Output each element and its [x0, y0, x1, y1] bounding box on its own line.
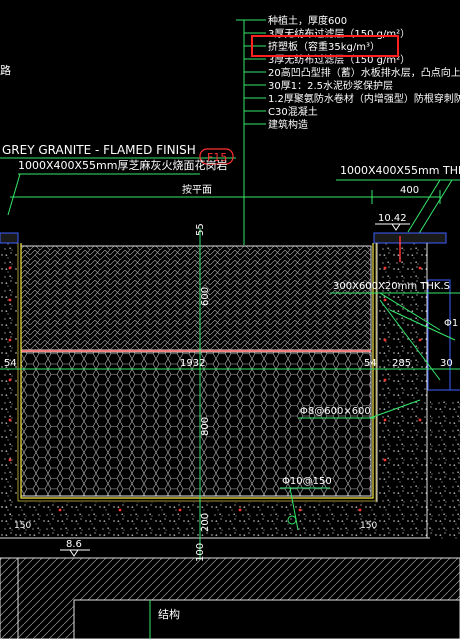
- spec-right-leader-2: [414, 179, 453, 241]
- layer-item: 3厚无纺布过滤层（150 g/m²）: [268, 53, 410, 66]
- layer-item: 建筑构造: [268, 118, 308, 131]
- right-cladding: [427, 279, 451, 391]
- left-wall: [0, 243, 17, 516]
- mid-54: 54: [364, 358, 377, 369]
- spec-right: 1000X400X55mm THK: [340, 164, 460, 177]
- dim-200: 200: [200, 513, 211, 532]
- elev-1042: 10.42: [378, 213, 407, 224]
- left-edge-char: 路: [0, 64, 11, 77]
- right-30: 30: [440, 358, 453, 369]
- layer-item: 20高凹凸型排（蓄）水板排水层，凸点向上: [268, 66, 460, 79]
- layer-item: 30厚1：2.5水泥砂浆保护层: [268, 79, 393, 92]
- left-54: 54: [4, 358, 17, 369]
- right-coping: [373, 232, 447, 244]
- cad-drawing: 种植土，厚度6003厚无纺布过滤层（150 g/m²）挤塑板（容重35kg/m³…: [0, 14, 460, 639]
- finish-label: GREY GRANITE - FLAMED FINISH: [2, 143, 196, 157]
- top-left-label: 按平面: [182, 183, 212, 196]
- layer-item: 种植土，厚度600: [268, 14, 347, 27]
- dim-55: 55: [195, 223, 206, 236]
- structure-base: [0, 557, 460, 639]
- dim-285: 285: [392, 358, 411, 369]
- dim-150-right: 150: [360, 521, 377, 531]
- bottom-slab: [0, 502, 430, 538]
- layer-item: C30混凝土: [268, 105, 318, 118]
- dim-150-left: 150: [14, 521, 31, 531]
- layer-item: 1.2厚聚氨防水卷材（内增强型）防根穿刺防水层: [268, 92, 460, 105]
- spec-left: 1000X400X55mm厚芝麻灰火烧面花岗岩: [18, 158, 228, 172]
- rebar-bottom-label: Φ10@150: [282, 476, 332, 487]
- spec-left-leader: [7, 173, 21, 216]
- layer-item: 3厚无纺布过滤层（150 g/m²）: [268, 27, 410, 40]
- tile-right-label: 300X600X20mm THK.S: [333, 281, 450, 292]
- elev-86: 8.6: [66, 539, 82, 550]
- dim-400: 400: [400, 185, 419, 196]
- dim-800: 800: [200, 417, 211, 436]
- layer-list: 种植土，厚度6003厚无纺布过滤层（150 g/m²）挤塑板（容重35kg/m³…: [236, 14, 460, 245]
- drainage-layer: [20, 351, 372, 497]
- struct-label: 结构: [158, 607, 180, 621]
- planting-soil: [20, 245, 372, 351]
- rebar-mesh-label: Φ8@600×600: [300, 406, 371, 417]
- dim-1932: 1932: [180, 358, 205, 369]
- dim-600: 600: [200, 287, 211, 306]
- layer-item: 挤塑板（容重35kg/m³）: [268, 40, 380, 53]
- phi-right: Φ1: [444, 318, 458, 329]
- left-coping: [0, 232, 19, 244]
